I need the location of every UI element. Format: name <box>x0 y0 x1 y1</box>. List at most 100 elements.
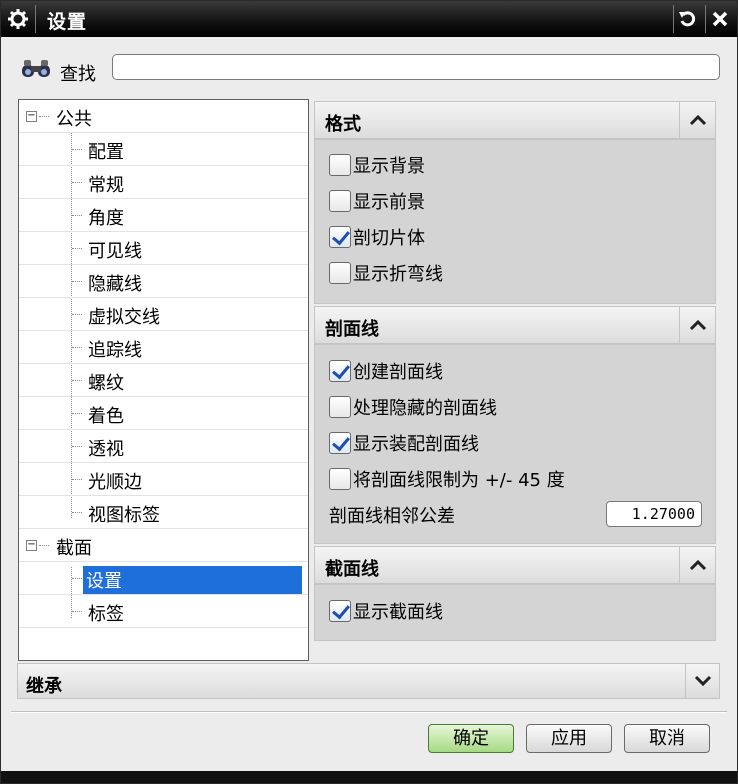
section-header-section-line[interactable]: 截面线 <box>314 546 716 584</box>
chevron-up-icon <box>689 319 706 331</box>
tree-connector <box>72 149 82 150</box>
tree-node-angle[interactable]: 角度 <box>19 199 308 232</box>
section-header-inherit[interactable]: 继承 <box>17 663 720 699</box>
tree-label: 常规 <box>88 175 124 196</box>
tree-node-settings[interactable]: 设置 <box>19 562 308 595</box>
tree-connector <box>72 182 82 183</box>
tree-label: 追踪线 <box>88 340 142 361</box>
collapse-toggle-icon[interactable]: − <box>26 540 37 551</box>
tree-label: 角度 <box>88 208 124 229</box>
tree-connector <box>72 248 82 249</box>
tree-label: 设置 <box>83 566 302 594</box>
chevron-up-icon <box>689 559 706 571</box>
reset-icon <box>678 11 695 27</box>
tree-node-trace-lines[interactable]: 追踪线 <box>19 331 308 364</box>
collapse-up-button[interactable] <box>679 102 715 138</box>
section-header-format[interactable]: 格式 <box>314 101 716 139</box>
tree-label: 隐藏线 <box>88 274 142 295</box>
checkbox-show-background[interactable]: 显示背景 <box>329 151 425 179</box>
collapse-up-button[interactable] <box>679 547 715 583</box>
tree-connector <box>72 578 82 579</box>
checkbox-process-hidden-hatch[interactable]: 处理隐藏的剖面线 <box>329 393 497 421</box>
checkbox-create-hatch[interactable]: 创建剖面线 <box>329 357 443 385</box>
window-title: 设置 <box>47 11 88 33</box>
section-header-hatch[interactable]: 剖面线 <box>314 306 716 344</box>
category-tree[interactable]: − 公共 配置 常规 角度 可见线 隐藏线 虚拟交线 追踪线 螺纹 着色 透视 … <box>18 99 309 661</box>
expand-down-button[interactable] <box>685 664 719 698</box>
close-button[interactable] <box>705 5 733 33</box>
binoculars-icon <box>19 57 55 81</box>
title-bar: 设置 <box>1 1 737 37</box>
section-body-section-line: 显示截面线 <box>314 584 716 641</box>
tree-node-labels[interactable]: 标签 <box>19 595 308 628</box>
hatch-tolerance-input[interactable]: 1.27000 <box>606 501 702 527</box>
tree-node-config[interactable]: 配置 <box>19 133 308 166</box>
tree-node-perspective[interactable]: 透视 <box>19 430 308 463</box>
find-input[interactable] <box>112 54 720 80</box>
tree-connector <box>72 446 82 447</box>
chevron-up-icon <box>689 114 706 126</box>
tree-connector <box>39 545 49 546</box>
tree-connector <box>39 116 49 117</box>
tree-node-hidden-lines[interactable]: 隐藏线 <box>19 265 308 298</box>
window-bottom-border <box>1 771 737 783</box>
reset-button[interactable] <box>673 5 701 33</box>
checkbox-show-section-line[interactable]: 显示截面线 <box>329 597 443 625</box>
checkbox-label: 显示背景 <box>353 156 425 177</box>
checkbox-label: 显示前景 <box>353 192 425 213</box>
separator <box>11 711 727 713</box>
section-title: 格式 <box>325 114 361 135</box>
section-title: 截面线 <box>325 559 379 580</box>
checkbox-box[interactable] <box>329 190 351 212</box>
checkbox-box[interactable] <box>329 432 351 454</box>
close-icon <box>712 11 727 27</box>
cancel-button[interactable]: 取消 <box>624 724 710 753</box>
collapse-toggle-icon[interactable]: − <box>26 111 37 122</box>
checkbox-show-assembly-hatch[interactable]: 显示装配剖面线 <box>329 429 479 457</box>
checkbox-box[interactable] <box>329 396 351 418</box>
tree-node-shading[interactable]: 着色 <box>19 397 308 430</box>
tree-node-section[interactable]: − 截面 <box>19 529 308 562</box>
ok-button[interactable]: 确定 <box>428 724 514 753</box>
checkbox-box[interactable] <box>329 262 351 284</box>
checkbox-label: 显示折弯线 <box>353 264 443 285</box>
checkbox-show-bend-lines[interactable]: 显示折弯线 <box>329 259 443 287</box>
checkbox-box[interactable] <box>329 468 351 490</box>
checkbox-box[interactable] <box>329 360 351 382</box>
checkbox-box[interactable] <box>329 154 351 176</box>
checkbox-box[interactable] <box>329 600 351 622</box>
tree-label: 螺纹 <box>88 373 124 394</box>
tree-node-smooth-edges[interactable]: 光顺边 <box>19 463 308 496</box>
tree-label: 公共 <box>56 109 92 130</box>
section-title: 剖面线 <box>325 319 379 340</box>
tree-connector <box>72 347 82 348</box>
checkbox-restrict-hatch-angle[interactable]: 将剖面线限制为 +/- 45 度 <box>329 465 565 493</box>
checkbox-label: 剖切片体 <box>353 228 425 249</box>
tree-node-virtual-intersections[interactable]: 虚拟交线 <box>19 298 308 331</box>
section-title: 继承 <box>26 676 62 697</box>
section-body-hatch: 创建剖面线 处理隐藏的剖面线 显示装配剖面线 将剖面线限制为 +/- 45 度 … <box>314 344 716 544</box>
checkbox-label: 显示截面线 <box>353 602 443 623</box>
tree-connector <box>72 479 82 480</box>
gear-icon[interactable] <box>5 6 31 32</box>
checkbox-section-sheet-bodies[interactable]: 剖切片体 <box>329 223 425 251</box>
tree-label: 配置 <box>88 142 124 163</box>
tree-node-threads[interactable]: 螺纹 <box>19 364 308 397</box>
tree-node-common[interactable]: − 公共 <box>19 100 308 133</box>
checkbox-show-foreground[interactable]: 显示前景 <box>329 187 425 215</box>
tree-label: 着色 <box>88 406 124 427</box>
tree-node-visible-lines[interactable]: 可见线 <box>19 232 308 265</box>
tree-connector <box>72 413 82 414</box>
tree-connector <box>72 380 82 381</box>
checkbox-box[interactable] <box>329 226 351 248</box>
tree-connector <box>72 215 82 216</box>
collapse-up-button[interactable] <box>679 307 715 343</box>
checkbox-label: 将剖面线限制为 +/- 45 度 <box>353 470 565 491</box>
tree-node-general[interactable]: 常规 <box>19 166 308 199</box>
tree-node-view-label[interactable]: 视图标签 <box>19 496 308 529</box>
tree-label: 截面 <box>56 538 92 559</box>
tree-label: 透视 <box>88 439 124 460</box>
apply-button[interactable]: 应用 <box>526 724 612 753</box>
settings-dialog: 设置 查找 − 公共 配置 常规 角度 可见线 隐藏线 虚拟交线 追踪线 螺纹 … <box>0 0 738 784</box>
tree-label: 可见线 <box>88 241 142 262</box>
